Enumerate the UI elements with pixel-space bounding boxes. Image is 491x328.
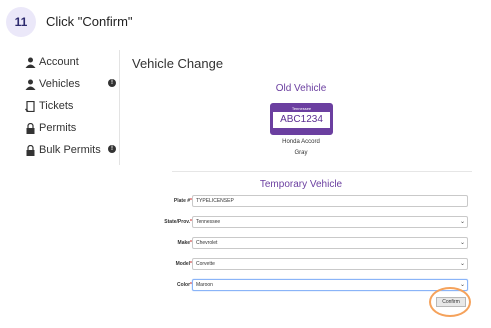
sidebar: Account Vehicles ! Tickets Permits Bulk … [14,50,120,165]
make-select[interactable]: Chevrolet ⌄ [192,237,468,249]
old-vehicle-heading: Old Vehicle [275,83,327,94]
make-label: Make* [177,240,192,246]
chevron-down-icon: ⌄ [459,240,465,246]
app-window: Account Vehicles ! Tickets Permits Bulk … [0,46,491,328]
alert-badge-icon: ! [108,79,116,87]
user-icon [24,78,36,90]
model-label: Model* [175,261,192,267]
user-icon [24,56,36,68]
sidebar-item-label: Tickets [39,100,74,112]
alert-badge-icon: ! [108,145,116,153]
chevron-down-icon: ⌄ [459,261,465,267]
color-value: Maroon [196,282,213,288]
model-select[interactable]: Corvette ⌄ [192,258,468,270]
sidebar-item-permits[interactable]: Permits [24,118,120,138]
plate-bottom-bar [273,128,330,132]
page-title: Vehicle Change [132,56,224,71]
section-divider [172,171,472,172]
sidebar-item-label: Account [39,56,79,68]
sidebar-item-label: Vehicles [39,78,80,90]
chevron-down-icon: ⌄ [459,219,465,225]
plate-number-label: Plate #* [173,198,192,204]
color-label: Color* [176,282,192,288]
sidebar-item-label: Bulk Permits [39,144,101,156]
state-province-value: Tennessee [196,219,221,225]
step-header: 11 Click "Confirm" [0,0,491,46]
plate-number-input[interactable]: TYPELICENSEP [192,195,468,207]
step-instruction: Click "Confirm" [46,14,133,29]
sidebar-item-tickets[interactable]: Tickets [24,96,120,116]
ticket-icon [24,100,36,112]
sidebar-item-label: Permits [39,122,77,134]
step-number-badge: 11 [6,7,36,37]
state-province-label: State/Prov.* [164,219,192,225]
sidebar-item-vehicles[interactable]: Vehicles ! [24,74,120,94]
state-province-select[interactable]: Tennessee ⌄ [192,216,468,228]
old-vehicle-make-model: Honda Accord [282,139,320,145]
model-value: Corvette [196,261,215,267]
sidebar-item-account[interactable]: Account [24,52,120,72]
old-vehicle-color: Gray [294,150,308,156]
license-plate: Tennessee ABC1234 [270,103,333,135]
color-select[interactable]: Maroon ⌄ [192,279,468,291]
plate-number: ABC1234 [280,114,323,125]
temporary-vehicle-heading: Temporary Vehicle [259,179,343,190]
make-value: Chevrolet [196,240,218,246]
plate-state: Tennessee [273,106,330,112]
main-content: Vehicle Change Old Vehicle Tennessee ABC… [132,46,487,328]
lock-icon [24,122,36,134]
sidebar-item-bulk-permits[interactable]: Bulk Permits ! [24,140,120,160]
click-highlight-ring [429,287,471,317]
lock-icon [24,144,36,156]
